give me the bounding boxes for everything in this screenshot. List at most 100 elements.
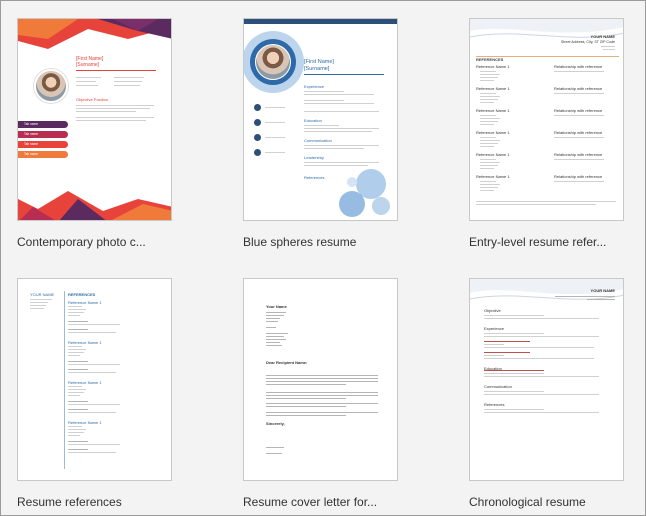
reference-relationship: Relationship with reference (554, 152, 603, 157)
template-label[interactable]: Chronological resume (469, 495, 646, 509)
contact-icon (254, 149, 261, 156)
text-line (266, 415, 346, 416)
section-heading: References (304, 175, 325, 180)
template-label[interactable]: Resume cover letter for... (243, 495, 458, 509)
text-line (484, 409, 544, 410)
text-line (554, 181, 604, 182)
text-line (68, 426, 82, 427)
surname: [Surname] (76, 62, 100, 68)
sphere-decoration (339, 191, 365, 217)
text-line (484, 376, 599, 377)
text-line (484, 358, 594, 359)
text-line (480, 77, 498, 78)
section-heading: Education (304, 118, 322, 123)
text-line (266, 403, 378, 404)
closing: Sincerely, (266, 421, 285, 426)
top-bar (244, 19, 397, 24)
text-line (554, 115, 604, 116)
text-line (480, 159, 496, 160)
template-thumbnail[interactable]: YOUR NAME Objective Experience Education Co… (469, 278, 624, 481)
text-line (484, 394, 599, 395)
sphere-decoration (372, 197, 390, 215)
text-line (480, 137, 496, 138)
text-line (484, 391, 544, 392)
reference-name: Reference Name 1 (68, 380, 102, 385)
text-line (266, 398, 346, 399)
text-line (266, 392, 378, 393)
text-line (480, 115, 496, 116)
text-line (484, 355, 504, 356)
template-label[interactable]: Resume references (17, 495, 232, 509)
text-line (484, 352, 530, 353)
text-line (484, 373, 544, 374)
text-line (68, 324, 120, 325)
reference-name: Reference Name 1 (476, 130, 510, 135)
template-thumbnail[interactable]: [First Name] [Surname] Objective Positio… (17, 18, 172, 221)
section-heading: Objective (484, 308, 501, 313)
template-thumbnail[interactable]: [First Name] [Surname] Experience Educat… (243, 18, 398, 221)
text-line (484, 318, 599, 319)
text-line (480, 181, 496, 182)
text-line (68, 395, 80, 396)
text-line (68, 372, 116, 373)
reference-relationship: Relationship with reference (554, 130, 603, 135)
section-heading: Communication (484, 384, 512, 389)
text-line (480, 102, 494, 103)
name: YOUR NAME (30, 292, 55, 297)
text-line (480, 140, 500, 141)
references-heading: REFERENCES (476, 57, 504, 62)
reference-relationship: Relationship with reference (554, 86, 603, 91)
text-line (480, 118, 500, 119)
text-line (266, 378, 378, 379)
text-line (68, 401, 88, 402)
text-line (68, 312, 84, 313)
text-line (68, 412, 116, 413)
text-line (480, 168, 494, 169)
name: YOUR NAME (590, 34, 615, 39)
reference-name: Reference Name 1 (476, 86, 510, 91)
reference-relationship: Relationship with reference (554, 108, 603, 113)
text-line (266, 395, 378, 396)
reference-name: Reference Name 1 (68, 420, 102, 425)
reference-name: Reference Name 1 (68, 300, 102, 305)
text-line (484, 315, 544, 316)
section-heading: Experience (304, 84, 325, 89)
profile-photo (34, 69, 68, 103)
text-line (266, 384, 346, 385)
reference-relationship: Relationship with reference (554, 174, 603, 179)
template-thumbnail[interactable]: YOUR NAME REFERENCES Reference Name 1 Ref… (17, 278, 172, 481)
profile-photo (255, 44, 291, 80)
salutation: Dear Recipient Name: (266, 360, 308, 365)
text-line (480, 121, 498, 122)
text-line (68, 452, 116, 453)
reference-name: Reference Name 1 (476, 152, 510, 157)
text-line (480, 184, 500, 185)
section-heading: Experience (484, 326, 505, 331)
surname: [Surname] (304, 66, 330, 72)
template-label[interactable]: Blue spheres resume (243, 235, 458, 249)
text-line (480, 146, 494, 147)
text-line (480, 99, 498, 100)
first-name: [First Name] (76, 56, 104, 62)
text-line (480, 80, 494, 81)
template-thumbnail[interactable]: Your Name Dear Recipient Name: Sincerely… (243, 278, 398, 481)
text-line (68, 409, 88, 410)
reference-relationship: Relationship with reference (554, 64, 603, 69)
text-line (484, 336, 599, 337)
contact-icon (254, 134, 261, 141)
template-thumbnail[interactable]: YOUR NAME Street Address, City, ST ZIP C… (469, 18, 624, 221)
text-line (484, 333, 544, 334)
section-heading: References (484, 402, 505, 407)
template-label[interactable]: Entry-level resume refer... (469, 235, 646, 249)
reference-name: Reference Name 1 (476, 64, 510, 69)
text-line (68, 361, 88, 362)
name: YOUR NAME (590, 288, 615, 293)
reference-name: Reference Name 1 (68, 340, 102, 345)
accent-line (484, 341, 530, 342)
text-line (266, 375, 378, 376)
text-line (554, 159, 604, 160)
text-line (554, 93, 604, 94)
text-line (68, 352, 84, 353)
template-label[interactable]: Contemporary photo c... (17, 235, 232, 249)
text-line (68, 332, 116, 333)
